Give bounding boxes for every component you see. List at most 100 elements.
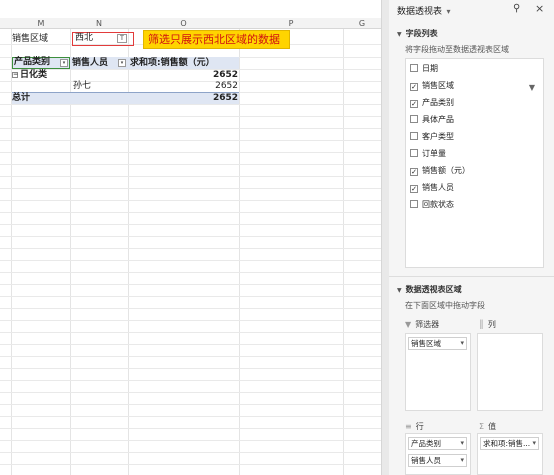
chevron-down-icon[interactable]: ▾ bbox=[460, 338, 464, 349]
filter-area-title: 筛选器 bbox=[415, 320, 440, 329]
pin-icon[interactable]: ⚲ bbox=[513, 3, 520, 14]
pane-title-label: 数据透视表 bbox=[397, 7, 443, 17]
rows-icon: ≡ bbox=[405, 422, 412, 431]
gridline bbox=[0, 440, 381, 441]
field-label: 订单量 bbox=[422, 149, 446, 158]
spreadsheet-grid[interactable]: M N O P G 销售区域 西北 T 筛选只展示西北区域的数据 产品类别 ▾ … bbox=[0, 0, 381, 475]
gridline bbox=[0, 356, 381, 357]
chevron-down-icon[interactable]: ▾ bbox=[460, 455, 464, 466]
column-header-g[interactable]: G bbox=[343, 18, 381, 29]
pane-title[interactable]: 数据透视表 ▾ bbox=[397, 4, 451, 17]
gridline bbox=[0, 176, 381, 177]
field-item-sales-amount[interactable]: ✓ 销售额（元） bbox=[410, 165, 470, 177]
gridline bbox=[0, 428, 381, 429]
checkbox-checked-icon[interactable]: ✓ bbox=[410, 83, 418, 91]
pivot-header-sum-sales[interactable]: 求和项:销售额（元） bbox=[130, 57, 239, 69]
gridline bbox=[0, 332, 381, 333]
field-item-region[interactable]: ✓ 销售区域 ▼ bbox=[410, 80, 541, 92]
rows-drop-zone[interactable]: 产品类别 ▾ 销售人员 ▾ bbox=[405, 433, 471, 475]
collapse-triangle-icon: ▼ bbox=[397, 287, 402, 294]
chip-label: 产品类别 bbox=[411, 439, 441, 448]
field-list-section-title[interactable]: ▼ 字段列表 bbox=[397, 28, 438, 39]
checkbox-checked-icon[interactable]: ✓ bbox=[410, 168, 418, 176]
rows-chip-salesperson[interactable]: 销售人员 ▾ bbox=[408, 454, 467, 467]
field-label: 销售区域 bbox=[422, 81, 454, 90]
gridline bbox=[0, 236, 381, 237]
field-label: 客户类型 bbox=[422, 132, 454, 141]
checkbox-unchecked-icon[interactable] bbox=[410, 132, 418, 140]
column-header-o[interactable]: O bbox=[128, 18, 239, 29]
chevron-down-icon[interactable]: ▾ bbox=[118, 59, 126, 67]
values-area-title: 值 bbox=[488, 422, 497, 431]
columns-drop-zone[interactable] bbox=[477, 333, 543, 411]
columns-icon: ║ bbox=[479, 320, 484, 329]
pivot-header-row: 产品类别 ▾ 销售人员 ▾ 求和项:销售额（元） bbox=[12, 57, 239, 69]
pivot-header-salesperson-label: 销售人员 bbox=[72, 58, 109, 68]
checkbox-checked-icon[interactable]: ✓ bbox=[410, 100, 418, 108]
gridline bbox=[0, 320, 381, 321]
checkbox-unchecked-icon[interactable] bbox=[410, 149, 418, 157]
rows-chip-category[interactable]: 产品类别 ▾ bbox=[408, 437, 467, 450]
close-icon[interactable]: × bbox=[535, 2, 544, 15]
pivot-total-label[interactable]: 总计 bbox=[12, 92, 30, 105]
gridline bbox=[0, 404, 381, 405]
pivot-group-row[interactable]: − 日化类 bbox=[12, 69, 47, 82]
filter-drop-zone[interactable]: 销售区域 ▾ bbox=[405, 333, 471, 411]
funnel-icon: ▼ bbox=[405, 320, 412, 329]
pivot-header-category[interactable]: 产品类别 ▾ bbox=[12, 57, 70, 69]
columns-area-title: 列 bbox=[487, 320, 496, 329]
field-label: 回款状态 bbox=[422, 200, 454, 209]
checkbox-unchecked-icon[interactable] bbox=[410, 64, 418, 72]
gridline bbox=[239, 29, 240, 475]
field-item-category[interactable]: ✓ 产品类别 bbox=[410, 97, 454, 109]
field-item-date[interactable]: 日期 bbox=[410, 63, 438, 75]
pivot-header-category-label: 产品类别 bbox=[14, 57, 51, 67]
field-list-title: 字段列表 bbox=[405, 29, 438, 38]
field-item-customer-type[interactable]: 客户类型 bbox=[410, 131, 454, 143]
areas-hint: 在下面区域中拖动字段 bbox=[405, 301, 485, 310]
checkbox-checked-icon[interactable]: ✓ bbox=[410, 185, 418, 193]
areas-title: 数据透视表区域 bbox=[405, 285, 462, 294]
pivot-total-value[interactable]: 2652 bbox=[128, 92, 238, 105]
field-list-hint: 将字段拖动至数据透视表区域 bbox=[405, 45, 509, 54]
report-filter-value: 西北 bbox=[75, 33, 94, 43]
gridline bbox=[0, 380, 381, 381]
column-header-n[interactable]: N bbox=[70, 18, 128, 29]
gridline bbox=[0, 248, 381, 249]
field-label: 销售人员 bbox=[422, 183, 454, 192]
chip-label: 销售人员 bbox=[411, 456, 441, 465]
field-item-salesperson[interactable]: ✓ 销售人员 bbox=[410, 182, 454, 194]
field-item-order-qty[interactable]: 订单量 bbox=[410, 148, 446, 160]
column-header-bar: M N O P G bbox=[0, 18, 381, 29]
gridline bbox=[0, 188, 381, 189]
filter-chip-region[interactable]: 销售区域 ▾ bbox=[408, 337, 467, 350]
columns-area-label: ║ 列 bbox=[479, 319, 496, 330]
values-drop-zone[interactable]: 求和项:销售... ▾ bbox=[477, 433, 543, 475]
gridline bbox=[0, 200, 381, 201]
rows-area-label: ≡ 行 bbox=[405, 421, 424, 432]
chip-label: 求和项:销售... bbox=[483, 439, 531, 448]
values-chip-sum-sales[interactable]: 求和项:销售... ▾ bbox=[480, 437, 539, 450]
gridline bbox=[0, 152, 381, 153]
column-header-m[interactable]: M bbox=[12, 18, 70, 29]
areas-section-title[interactable]: ▼ 数据透视表区域 bbox=[397, 284, 462, 295]
field-item-product[interactable]: 具体产品 bbox=[410, 114, 454, 126]
gridline bbox=[0, 392, 381, 393]
pane-splitter[interactable] bbox=[381, 0, 389, 475]
chevron-down-icon[interactable]: ▾ bbox=[532, 438, 536, 449]
pane-divider[interactable] bbox=[389, 276, 554, 277]
chevron-down-icon[interactable]: ▾ bbox=[60, 59, 68, 67]
chevron-down-icon: ▾ bbox=[444, 7, 451, 16]
gridline bbox=[0, 272, 381, 273]
filter-dropdown-icon[interactable]: T bbox=[117, 34, 127, 43]
report-filter-value-cell[interactable]: 西北 T bbox=[72, 32, 134, 46]
chevron-down-icon[interactable]: ▾ bbox=[460, 438, 464, 449]
collapse-icon[interactable]: − bbox=[12, 71, 18, 78]
report-filter-label[interactable]: 销售区域 bbox=[12, 33, 48, 46]
gridline bbox=[0, 116, 381, 117]
column-header-p[interactable]: P bbox=[239, 18, 343, 29]
checkbox-unchecked-icon[interactable] bbox=[410, 200, 418, 208]
checkbox-unchecked-icon[interactable] bbox=[410, 115, 418, 123]
filter-funnel-icon[interactable]: ▼ bbox=[529, 82, 535, 94]
field-item-payment-status[interactable]: 回款状态 bbox=[410, 199, 454, 211]
